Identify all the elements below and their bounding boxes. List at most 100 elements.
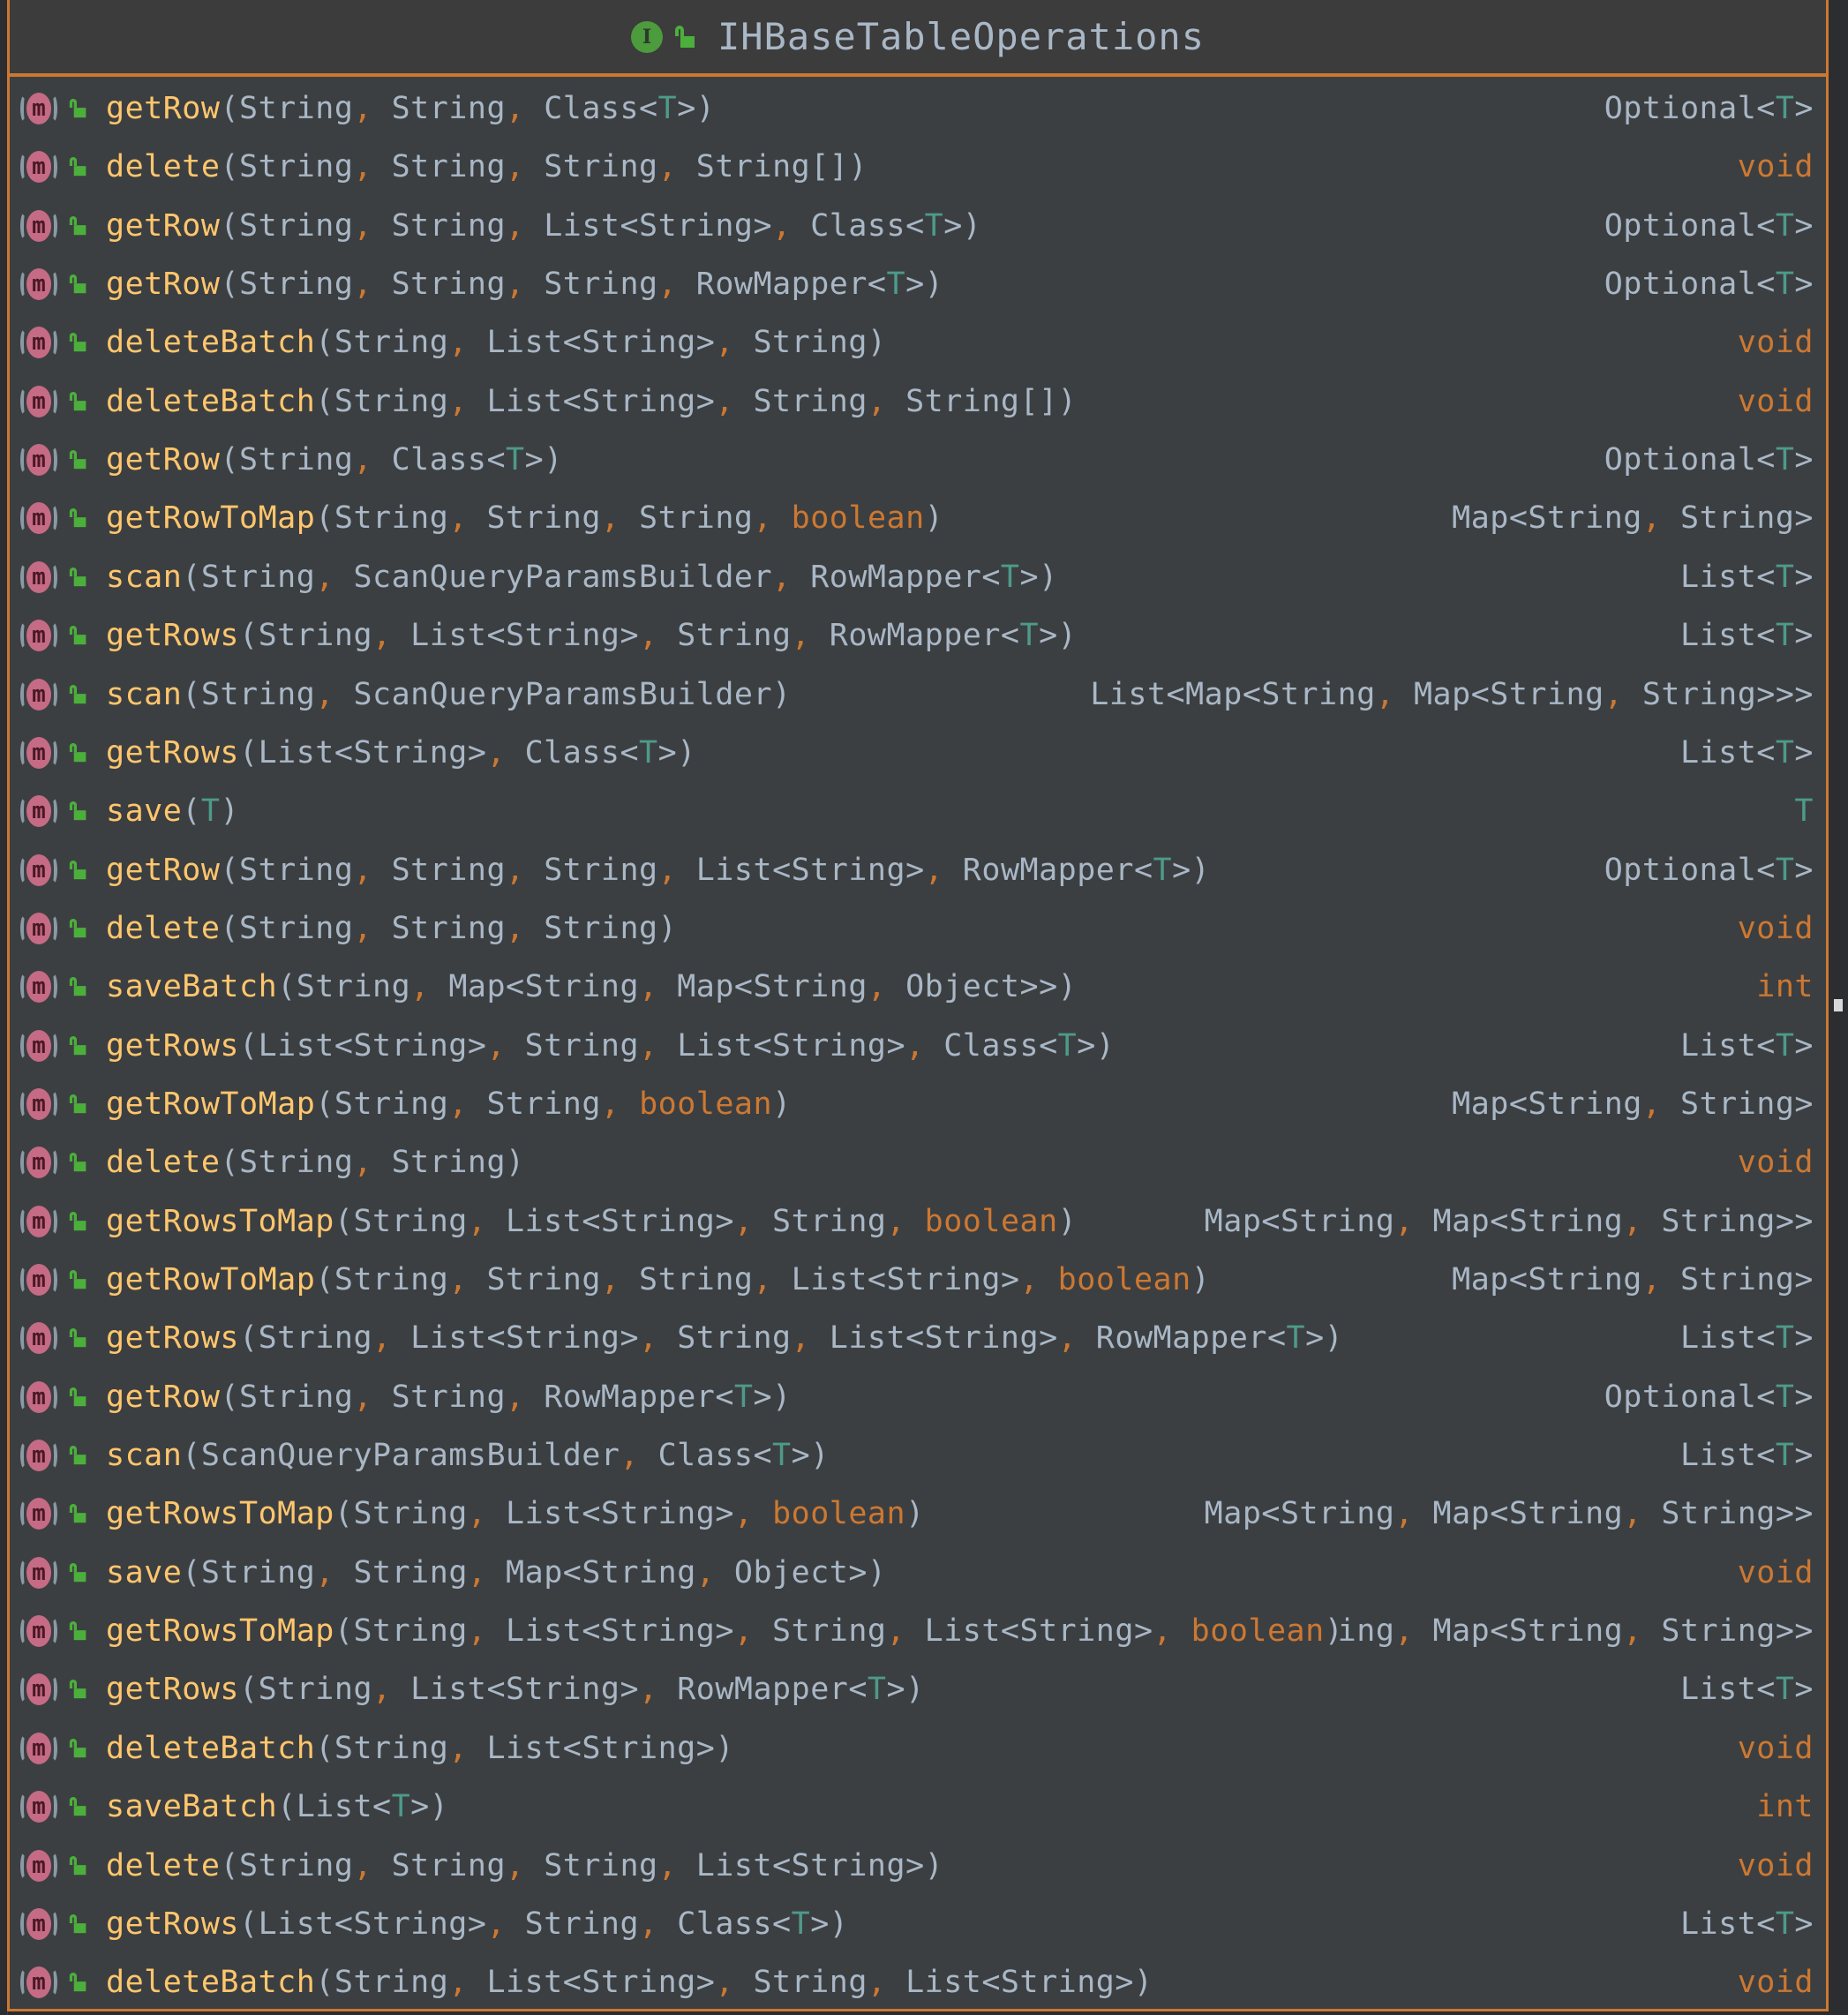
method-row[interactable]: m scan(String, ScanQueryParamsBuilder, R… xyxy=(10,548,1826,606)
type-parameter: T xyxy=(1794,793,1814,830)
public-lock-open-icon xyxy=(69,215,86,236)
method-return-type: List<T> xyxy=(1679,1438,1814,1474)
method-icon-letter: m xyxy=(26,268,51,301)
method-icon: m xyxy=(20,1203,57,1240)
method-icon: m xyxy=(20,676,57,713)
method-return-type: List<T> xyxy=(1679,1320,1814,1357)
type-parameter: T xyxy=(639,734,658,771)
method-signature: saveBatch(List<T>) xyxy=(106,1789,449,1825)
separator: , xyxy=(733,1203,754,1239)
method-row[interactable]: m delete(String, String, String, String[… xyxy=(10,138,1826,196)
separator: , xyxy=(467,1203,487,1239)
method-row[interactable]: m getRow(String, String, String, RowMapp… xyxy=(10,255,1826,313)
method-signature: delete(String, String, String, List<Stri… xyxy=(106,1847,944,1883)
public-lock-open-icon xyxy=(69,977,86,996)
method-row[interactable]: m scan(ScanQueryParamsBuilder, Class<T>)… xyxy=(10,1426,1826,1485)
separator: , xyxy=(600,1086,620,1122)
separator: , xyxy=(600,1262,620,1297)
method-row[interactable]: m deleteBatch(String, List<String>, Stri… xyxy=(10,313,1826,372)
method-row[interactable]: m getRows(List<String>, String, List<Str… xyxy=(10,1017,1826,1075)
type-parameter: T xyxy=(1775,442,1795,478)
type-parameter: T xyxy=(1775,734,1795,771)
scrollbar-marker[interactable] xyxy=(1834,999,1843,1011)
method-name: getRow xyxy=(106,207,221,244)
method-return-type: void xyxy=(1738,325,1814,360)
method-icon: m xyxy=(20,559,57,596)
method-signature: getRowToMap(String, String, String, bool… xyxy=(106,500,944,537)
method-icon: m xyxy=(20,148,57,185)
separator: , xyxy=(886,1203,906,1239)
method-row[interactable]: m saveBatch(String, Map<String, Map<Stri… xyxy=(10,958,1826,1016)
method-row[interactable]: m deleteBatch(String, List<String>, Stri… xyxy=(10,1953,1826,2011)
method-row[interactable]: m getRow(String, String, Class<T>) Optio… xyxy=(10,79,1826,138)
method-icon: m xyxy=(20,1964,57,2001)
separator: , xyxy=(448,383,468,419)
method-row[interactable]: m delete(String, String, String, List<St… xyxy=(10,1837,1826,1895)
method-row[interactable]: m getRow(String, Class<T>) Optional<T> xyxy=(10,431,1826,489)
method-row[interactable]: m getRows(String, List<String>, String, … xyxy=(10,1309,1826,1367)
method-row[interactable]: m getRowsToMap(String, List<String>, Str… xyxy=(10,1192,1826,1251)
method-row[interactable]: m getRow(String, String, RowMapper<T>) O… xyxy=(10,1368,1826,1426)
public-lock-open-icon xyxy=(69,1035,86,1056)
method-icon-letter: m xyxy=(26,853,51,886)
method-return-type: Optional<T> xyxy=(1604,91,1814,126)
method-signature: getRows(String, List<String>, String, Ro… xyxy=(106,618,1078,654)
method-name: getRow xyxy=(106,442,221,478)
method-row[interactable]: m getRows(String, List<String>, String, … xyxy=(10,606,1826,665)
method-icon: m xyxy=(20,90,57,127)
primitive-type: void xyxy=(1737,1965,1814,2001)
method-icon-letter: m xyxy=(26,1556,51,1589)
method-signature: delete(String, String) xyxy=(106,1145,525,1181)
method-return-type: void xyxy=(1738,149,1814,184)
method-row[interactable]: m getRow(String, String, String, List<St… xyxy=(10,841,1826,899)
method-row[interactable]: m deleteBatch(String, List<String>, Stri… xyxy=(10,372,1826,431)
type-parameter: T xyxy=(924,207,944,244)
method-return-type: void xyxy=(1738,1965,1814,2000)
method-row[interactable]: m getRows(String, List<String>, RowMappe… xyxy=(10,1660,1826,1718)
method-row[interactable]: m getRowsToMap(String, List<String>, boo… xyxy=(10,1485,1826,1543)
separator: , xyxy=(639,618,658,654)
separator: , xyxy=(506,267,525,303)
method-signature: scan(ScanQueryParamsBuilder, Class<T>) xyxy=(106,1438,830,1474)
popup-header: I IHBaseTableOperations xyxy=(10,0,1826,77)
method-row[interactable]: m getRowToMap(String, String, String, bo… xyxy=(10,489,1826,547)
method-icon-letter: m xyxy=(26,560,51,593)
method-row[interactable]: m getRows(List<String>, Class<T>) List<T… xyxy=(10,724,1826,782)
method-icon-letter: m xyxy=(26,444,51,477)
method-signature: getRows(String, List<String>, RowMapper<… xyxy=(106,1672,925,1708)
separator: , xyxy=(1641,1262,1662,1297)
method-row[interactable]: m save(String, String, Map<String, Objec… xyxy=(10,1544,1826,1602)
method-row[interactable]: m getRows(List<String>, String, Class<T>… xyxy=(10,1895,1826,1953)
separator: , xyxy=(867,383,887,419)
method-row[interactable]: m deleteBatch(String, List<String>) void xyxy=(10,1719,1826,1778)
separator: , xyxy=(315,1554,334,1590)
type-parameter: T xyxy=(200,793,221,830)
method-icon-letter: m xyxy=(26,1380,51,1413)
type-parameter: T xyxy=(1775,207,1795,244)
type-parameter: T xyxy=(1775,1906,1795,1942)
separator: , xyxy=(353,207,373,244)
primitive-type: void xyxy=(1737,325,1814,361)
method-row[interactable]: m saveBatch(List<T>) int xyxy=(10,1778,1826,1836)
method-signature: saveBatch(String, Map<String, Map<String… xyxy=(106,969,1078,1005)
type-parameter: T xyxy=(733,1379,754,1415)
separator: , xyxy=(733,1496,754,1532)
method-name: deleteBatch xyxy=(106,325,316,361)
method-row[interactable]: m getRowToMap(String, String, String, Li… xyxy=(10,1251,1826,1309)
method-name: save xyxy=(106,1554,183,1590)
method-row[interactable]: m getRowsToMap(String, List<String>, Str… xyxy=(10,1602,1826,1660)
method-return-type: Optional<T> xyxy=(1604,442,1814,478)
method-signature: scan(String, ScanQueryParamsBuilder) xyxy=(106,676,792,712)
method-row[interactable]: m save(T) T xyxy=(10,782,1826,840)
method-name: getRowToMap xyxy=(106,1262,316,1297)
separator: , xyxy=(791,618,811,654)
method-name: scan xyxy=(106,676,183,712)
separator: , xyxy=(1057,1320,1078,1357)
method-row[interactable]: m getRowToMap(String, String, boolean) M… xyxy=(10,1075,1826,1133)
method-row[interactable]: m delete(String, String, String) void xyxy=(10,899,1826,958)
method-row[interactable]: m scan(String, ScanQueryParamsBuilder) L… xyxy=(10,665,1826,724)
method-icon-letter: m xyxy=(26,1087,51,1120)
separator: , xyxy=(353,91,373,126)
method-row[interactable]: m delete(String, String) void xyxy=(10,1133,1826,1192)
method-row[interactable]: m getRow(String, String, List<String>, C… xyxy=(10,197,1826,255)
